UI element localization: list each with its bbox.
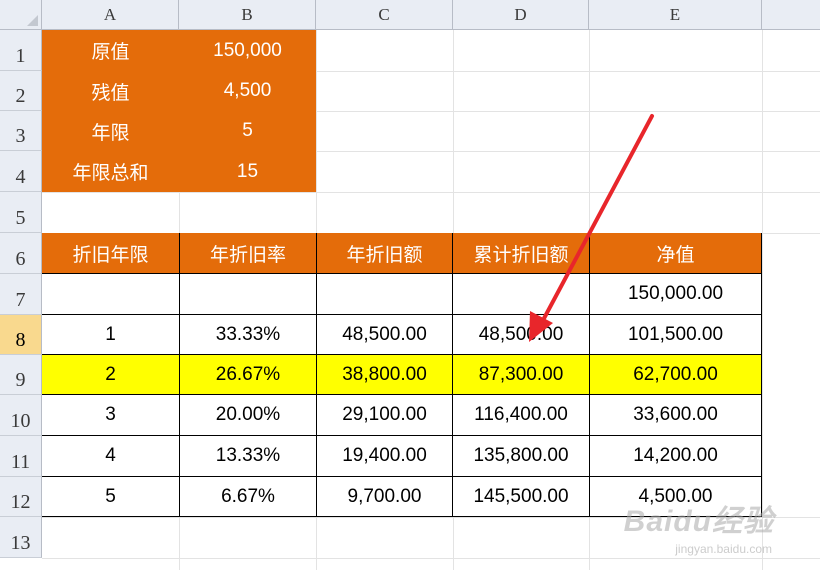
info-label-original-value[interactable]: 原值 — [42, 30, 179, 71]
table-cell[interactable]: 150,000.00 — [590, 274, 762, 315]
row-header-1[interactable]: 1 — [0, 30, 42, 71]
table-cell[interactable]: 135,800.00 — [453, 436, 590, 477]
row-header-2[interactable]: 2 — [0, 71, 42, 111]
table-cell[interactable] — [42, 274, 180, 315]
select-all-corner[interactable] — [0, 0, 42, 30]
table-header-amount[interactable]: 年折旧额 — [317, 233, 453, 274]
table-cell[interactable]: 48,500.00 — [317, 315, 453, 355]
column-header-b[interactable]: B — [179, 0, 316, 30]
info-value-years-sum[interactable]: 15 — [179, 151, 316, 192]
table-cell[interactable]: 4 — [42, 436, 180, 477]
column-header-e[interactable]: E — [589, 0, 762, 30]
table-cell-highlighted[interactable]: 62,700.00 — [590, 355, 762, 395]
row-header-10[interactable]: 10 — [0, 395, 42, 436]
info-value-residual-value[interactable]: 4,500 — [179, 71, 316, 111]
table-cell-highlighted[interactable]: 2 — [42, 355, 180, 395]
table-header-net-value[interactable]: 净值 — [590, 233, 762, 274]
table-cell[interactable] — [180, 274, 317, 315]
row-header-3[interactable]: 3 — [0, 111, 42, 151]
table-cell[interactable]: 20.00% — [180, 395, 317, 436]
table-cell[interactable]: 6.67% — [180, 477, 317, 517]
table-cell[interactable]: 101,500.00 — [590, 315, 762, 355]
table-cell[interactable]: 13.33% — [180, 436, 317, 477]
watermark-url: jingyan.baidu.com — [675, 542, 772, 556]
info-value-original-value[interactable]: 150,000 — [179, 30, 316, 71]
table-cell-highlighted[interactable]: 38,800.00 — [317, 355, 453, 395]
gridline — [42, 192, 820, 193]
table-cell[interactable]: 5 — [42, 477, 180, 517]
table-cell[interactable]: 14,200.00 — [590, 436, 762, 477]
info-label-years-sum[interactable]: 年限总和 — [42, 151, 179, 192]
table-header-accumulated[interactable]: 累计折旧额 — [453, 233, 590, 274]
watermark-logo: Baidu经验 — [623, 505, 774, 538]
row-header-13[interactable]: 13 — [0, 517, 42, 558]
table-cell[interactable]: 33,600.00 — [590, 395, 762, 436]
table-cell[interactable]: 48,500.00 — [453, 315, 590, 355]
row-header-8[interactable]: 8 — [0, 315, 42, 355]
table-header-rate[interactable]: 年折旧率 — [180, 233, 317, 274]
table-cell[interactable]: 9,700.00 — [317, 477, 453, 517]
table-cell[interactable]: 3 — [42, 395, 180, 436]
spreadsheet: A B C D E 1 2 3 4 5 6 7 8 9 10 11 12 13 … — [0, 0, 820, 570]
table-cell[interactable]: 145,500.00 — [453, 477, 590, 517]
table-cell[interactable] — [317, 274, 453, 315]
column-header-a[interactable]: A — [42, 0, 179, 30]
gridline — [42, 558, 820, 559]
select-all-triangle-icon — [27, 15, 38, 26]
column-header-d[interactable]: D — [453, 0, 589, 30]
table-cell[interactable]: 33.33% — [180, 315, 317, 355]
row-header-7[interactable]: 7 — [0, 274, 42, 315]
table-cell[interactable]: 19,400.00 — [317, 436, 453, 477]
row-header-6[interactable]: 6 — [0, 233, 42, 274]
table-cell[interactable]: 116,400.00 — [453, 395, 590, 436]
row-header-12[interactable]: 12 — [0, 477, 42, 517]
table-cell[interactable]: 1 — [42, 315, 180, 355]
table-cell[interactable]: 29,100.00 — [317, 395, 453, 436]
info-value-years[interactable]: 5 — [179, 111, 316, 151]
row-header-5[interactable]: 5 — [0, 192, 42, 233]
row-header-9[interactable]: 9 — [0, 355, 42, 395]
table-cell-highlighted[interactable]: 87,300.00 — [453, 355, 590, 395]
table-cell[interactable] — [453, 274, 590, 315]
table-cell-highlighted[interactable]: 26.67% — [180, 355, 317, 395]
column-header-c[interactable]: C — [316, 0, 453, 30]
info-label-years[interactable]: 年限 — [42, 111, 179, 151]
row-header-4[interactable]: 4 — [0, 151, 42, 192]
table-header-year[interactable]: 折旧年限 — [42, 233, 180, 274]
row-header-11[interactable]: 11 — [0, 436, 42, 477]
info-label-residual-value[interactable]: 残值 — [42, 71, 179, 111]
column-header-f[interactable] — [762, 0, 820, 30]
